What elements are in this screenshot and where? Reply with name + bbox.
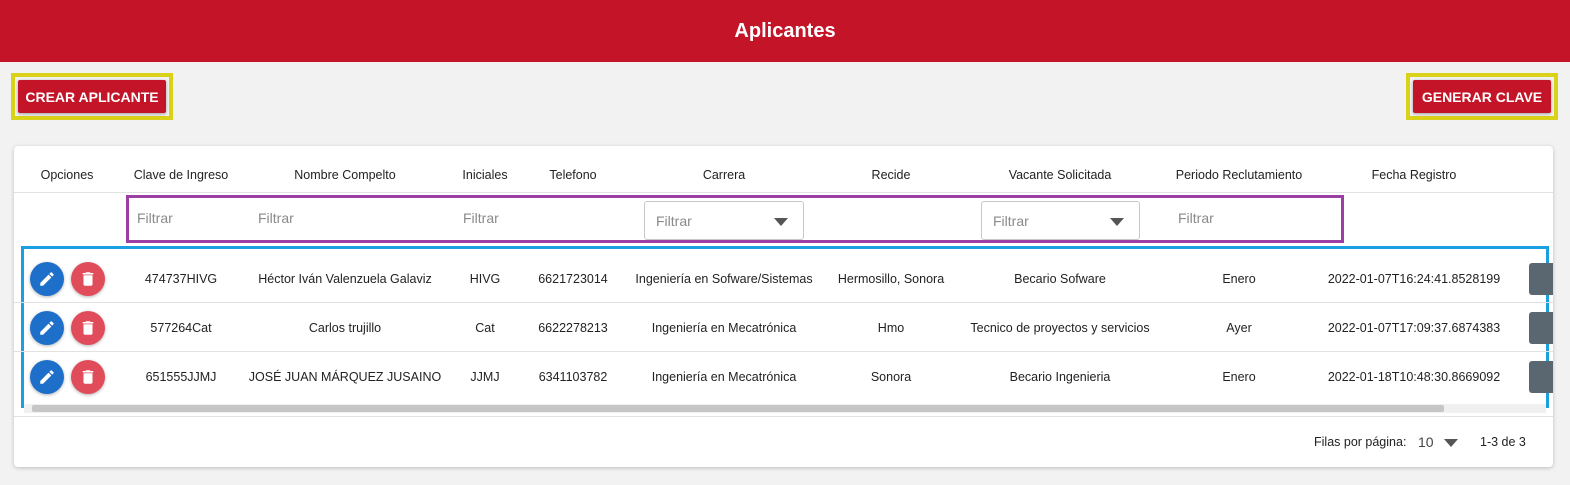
horizontal-scrollbar[interactable] (24, 404, 1546, 413)
cell-vacante: Becario Sofware (1014, 271, 1106, 286)
cell-periodo: Enero (1222, 369, 1256, 384)
cell-iniciales: HIVG (469, 271, 501, 286)
delete-button[interactable] (71, 360, 105, 394)
row-action-button[interactable] (1529, 361, 1553, 393)
chevron-down-icon (1444, 439, 1458, 447)
cell-clave: 474737HIVG (144, 271, 218, 286)
trash-icon (82, 272, 94, 286)
edit-button[interactable] (30, 360, 64, 394)
column-header-iniciales[interactable]: Iniciales (462, 168, 507, 182)
pagination-range: 1-3 de 3 (1480, 435, 1526, 449)
table-row: 577264Cat Carlos trujillo Cat 6622278213… (14, 303, 1553, 352)
cell-periodo: Ayer (1226, 320, 1252, 335)
cell-vacante: Becario Ingenieria (1009, 369, 1111, 384)
cell-nombre: Héctor Iván Valenzuela Galaviz (258, 271, 432, 286)
column-header-vacante[interactable]: Vacante Solicitada (1009, 168, 1112, 182)
generate-key-button[interactable]: GENERAR CLAVE (1413, 80, 1551, 113)
cell-iniciales: Cat (475, 320, 495, 335)
cell-fecha: 2022-01-07T16:24:41.8528199 (1327, 271, 1501, 286)
column-header-telefono[interactable]: Telefono (549, 168, 596, 182)
footer-divider (14, 416, 1553, 417)
scrollbar-thumb[interactable] (32, 405, 1444, 412)
page-header: Aplicantes (0, 0, 1570, 62)
create-applicant-highlight: CREAR APLICANTE (11, 73, 173, 120)
column-header-recide[interactable]: Recide (872, 168, 911, 182)
cell-clave: 651555JJMJ (145, 369, 217, 384)
column-header-nombre[interactable]: Nombre Compelto (294, 168, 395, 182)
cell-telefono: 6621723014 (538, 271, 608, 286)
cell-carrera: Ingeniería en Mecatrónica (651, 369, 797, 384)
filter-nombre-input[interactable]: Filtrar (258, 210, 294, 226)
pencil-icon (40, 321, 54, 335)
page-title: Aplicantes (734, 19, 836, 42)
column-header-fecha[interactable]: Fecha Registro (1372, 168, 1457, 182)
cell-recide: Hermosillo, Sonora (837, 271, 945, 286)
header-divider (14, 192, 1553, 193)
filter-periodo-input[interactable]: Filtrar (1178, 210, 1214, 226)
cell-recide: Hmo (877, 320, 905, 335)
cell-iniciales: JJMJ (470, 369, 500, 384)
pencil-icon (40, 272, 54, 286)
cell-recide: Sonora (870, 369, 912, 384)
cell-telefono: 6622278213 (538, 320, 608, 335)
column-header-clave[interactable]: Clave de Ingreso (134, 168, 229, 182)
row-action-button[interactable] (1529, 263, 1553, 295)
delete-button[interactable] (71, 311, 105, 345)
column-header-periodo[interactable]: Periodo Reclutamiento (1176, 168, 1302, 182)
rows-per-page-value: 10 (1418, 434, 1434, 450)
delete-button[interactable] (71, 262, 105, 296)
trash-icon (82, 321, 94, 335)
cell-periodo: Enero (1222, 271, 1256, 286)
cell-carrera: Ingeniería en Sofware/Sistemas (635, 271, 813, 286)
create-applicant-button[interactable]: CREAR APLICANTE (18, 80, 166, 113)
filter-vacante-value: Filtrar (993, 212, 1029, 229)
filter-iniciales-input[interactable]: Filtrar (463, 210, 499, 226)
cell-carrera: Ingeniería en Mecatrónica (651, 320, 797, 335)
generate-key-highlight: GENERAR CLAVE (1406, 73, 1558, 120)
filter-carrera-select[interactable]: Filtrar (644, 201, 804, 240)
cell-fecha: 2022-01-07T17:09:37.6874383 (1327, 320, 1501, 335)
cell-clave: 577264Cat (150, 320, 212, 335)
table-row: 651555JJMJ JOSÉ JUAN MÁRQUEZ JUSAINO JJM… (14, 352, 1553, 401)
cell-nombre: Carlos trujillo (308, 320, 382, 335)
rows-per-page-select[interactable]: 10 (1418, 432, 1464, 452)
edit-button[interactable] (30, 262, 64, 296)
cell-vacante: Tecnico de proyectos y servicios (970, 320, 1150, 335)
column-header-opciones[interactable]: Opciones (41, 168, 94, 182)
cell-telefono: 6341103782 (538, 369, 608, 384)
filter-vacante-select[interactable]: Filtrar (981, 201, 1140, 240)
row-action-button[interactable] (1529, 312, 1553, 344)
trash-icon (82, 370, 94, 384)
filter-clave-input[interactable]: Filtrar (137, 210, 173, 226)
column-header-carrera[interactable]: Carrera (703, 168, 745, 182)
cell-nombre: JOSÉ JUAN MÁRQUEZ JUSAINO (248, 369, 442, 384)
cell-fecha: 2022-01-18T10:48:30.8669092 (1327, 369, 1501, 384)
chevron-down-icon (1110, 218, 1124, 226)
filter-carrera-value: Filtrar (656, 212, 692, 229)
applicants-table: Opciones Clave de Ingreso Nombre Compelt… (14, 146, 1553, 467)
chevron-down-icon (774, 218, 788, 226)
table-row: 474737HIVG Héctor Iván Valenzuela Galavi… (14, 254, 1553, 303)
rows-per-page-label: Filas por página: (1314, 435, 1407, 449)
edit-button[interactable] (30, 311, 64, 345)
pencil-icon (40, 370, 54, 384)
